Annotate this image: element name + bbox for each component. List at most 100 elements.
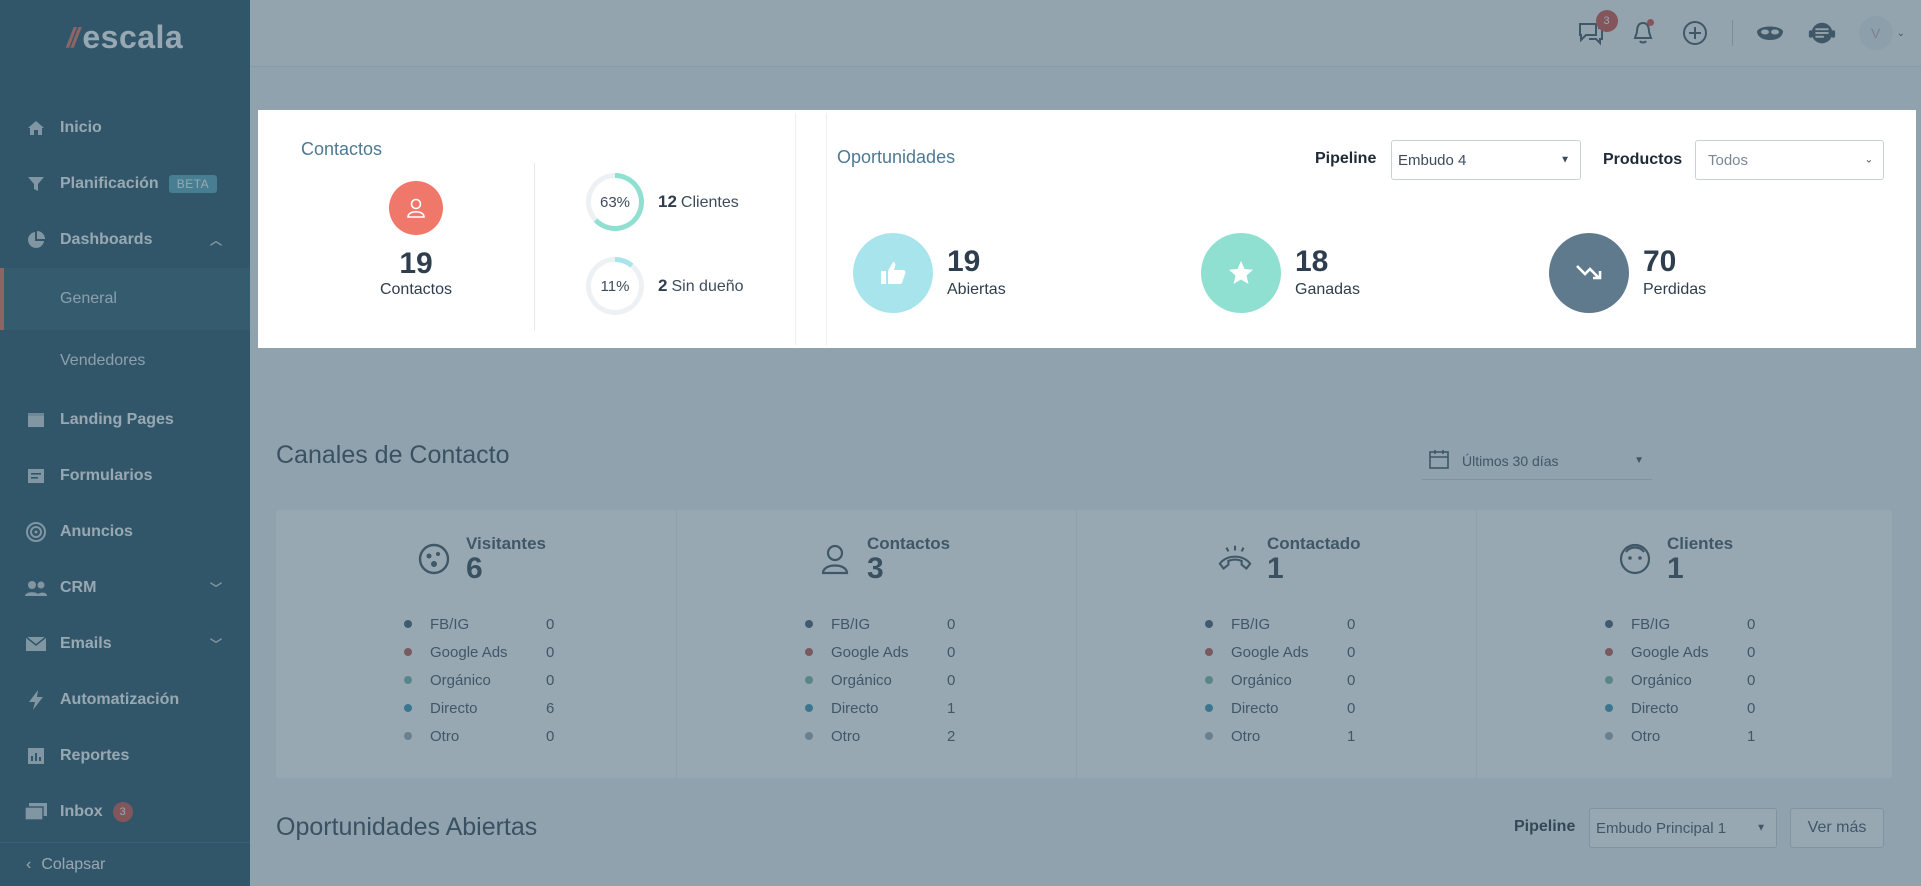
pipeline-select[interactable]: Embudo 4 ▼ — [1391, 140, 1581, 180]
source-dot — [404, 704, 412, 712]
source-label: Orgánico — [430, 671, 491, 689]
bell-icon[interactable] — [1628, 18, 1658, 48]
sidebar-item-landing-pages[interactable]: Landing Pages — [0, 392, 250, 448]
support-chat-icon[interactable] — [1807, 18, 1837, 48]
clientes-text: 12 Clientes — [658, 192, 739, 212]
notification-dot — [1646, 19, 1654, 26]
source-dot — [1205, 648, 1213, 656]
source-label: Google Ads — [430, 643, 508, 661]
sidebar-item-inicio[interactable]: Inicio — [0, 100, 250, 156]
clientes-label: Clientes — [680, 194, 739, 211]
source-label: Directo — [1631, 699, 1679, 717]
pipeline-select-bottom[interactable]: Embudo Principal 1 ▼ — [1589, 808, 1777, 848]
sidebar-item-dashboards[interactable]: Dashboards ︿ — [0, 212, 250, 268]
sidebar-item-reportes[interactable]: Reportes — [0, 728, 250, 784]
contactos-total-block: 19 Contactos — [316, 181, 516, 299]
sidebar: // escala Inicio Planificación BETA Dash… — [0, 0, 250, 886]
ver-mas-button[interactable]: Ver más — [1790, 808, 1884, 848]
source-value: 0 — [1347, 699, 1356, 717]
source-value: 0 — [546, 615, 555, 633]
chevron-down-icon: ⌄ — [1896, 27, 1905, 39]
top-bar: 3 V ⌄ — [250, 0, 1921, 67]
collapse-button[interactable]: ‹ Colapsar — [0, 842, 250, 886]
face-icon — [416, 541, 452, 577]
list-item: Google Ads 0 — [1205, 638, 1385, 666]
canal-name: Contactado — [1267, 534, 1361, 553]
clientes-pct: 63% — [591, 178, 639, 226]
list-item: Orgánico 0 — [404, 666, 584, 694]
sidebar-item-inbox[interactable]: Inbox 3 — [0, 784, 250, 840]
chat-icon[interactable]: 3 — [1576, 10, 1618, 48]
canales-title: Canales de Contacto — [276, 441, 510, 469]
source-label: Google Ads — [1231, 643, 1309, 661]
source-dot — [1605, 732, 1613, 740]
ganadas-label: Ganadas — [1295, 281, 1360, 298]
form-icon — [24, 464, 48, 488]
source-label: Google Ads — [1631, 643, 1709, 661]
star-icon — [1201, 233, 1281, 313]
list-item: FB/IG 0 — [805, 610, 985, 638]
canal-header: Visitantes 6 — [416, 534, 546, 584]
source-dot — [1605, 676, 1613, 684]
perdidas-text: 70 Perdidas — [1643, 247, 1706, 299]
user-menu[interactable]: V ⌄ — [1858, 16, 1905, 50]
sidebar-item-formularios[interactable]: Formularios — [0, 448, 250, 504]
source-dot — [404, 732, 412, 740]
sidebar-item-crm[interactable]: CRM ﹀ — [0, 560, 250, 616]
list-item: Directo 0 — [1205, 694, 1385, 722]
sidebar-item-vendedores[interactable]: Vendedores — [0, 330, 250, 392]
logo[interactable]: // escala — [0, 0, 250, 75]
source-value: 0 — [546, 727, 555, 745]
sidebar-item-anuncios[interactable]: Anuncios — [0, 504, 250, 560]
source-value: 0 — [1747, 671, 1756, 689]
chevron-down-icon: ﹀ — [209, 637, 222, 652]
date-range-value: Últimos 30 días — [1462, 452, 1559, 469]
source-dot — [1605, 704, 1613, 712]
sidebar-item-label: Vendedores — [60, 352, 146, 369]
list-item: FB/IG 0 — [1605, 610, 1785, 638]
incognito-icon[interactable] — [1755, 18, 1785, 48]
source-dot — [404, 676, 412, 684]
sin-dueno-ring: 11% — [586, 257, 644, 315]
pipeline-select-value: Embudo 4 — [1398, 151, 1467, 169]
sidebar-item-planificacion[interactable]: Planificación BETA — [0, 156, 250, 212]
canal-name: Contactos — [867, 534, 951, 553]
source-label: Orgánico — [1231, 671, 1292, 689]
canal-col-visitantes: Visitantes 6 FB/IG 0 Google Ads 0 Orgánico… — [276, 510, 676, 778]
source-value: 0 — [947, 643, 956, 661]
mail-icon — [24, 632, 48, 656]
sidebar-item-label: Anuncios — [60, 523, 133, 540]
sidebar-item-emails[interactable]: Emails ﹀ — [0, 616, 250, 672]
bolt-icon — [24, 688, 48, 712]
productos-select[interactable]: Todos ⌄ — [1695, 140, 1884, 180]
chat-badge: 3 — [1595, 10, 1618, 32]
contactos-total: 19 — [399, 247, 433, 280]
source-label: Otro — [1631, 727, 1661, 745]
plus-circle-icon[interactable] — [1680, 18, 1710, 48]
sin-dueno-label: Sin dueño — [671, 278, 744, 295]
oportunidades-card-title: Oportunidades — [837, 147, 956, 167]
list-item: Google Ads 0 — [404, 638, 584, 666]
source-value: 6 — [546, 699, 555, 717]
source-dot — [805, 676, 813, 684]
source-dot — [1605, 648, 1613, 656]
clientes-stat: 63% 12 Clientes — [586, 173, 739, 231]
divider — [534, 163, 535, 331]
sidebar-item-label: Dashboards — [60, 231, 153, 248]
target-icon — [24, 520, 48, 544]
canal-summary: Clientes 1 — [1667, 534, 1733, 584]
pipeline-label-bottom: Pipeline — [1514, 818, 1576, 835]
user-icon — [817, 541, 853, 577]
source-dot — [1205, 676, 1213, 684]
abiertas-stat: 19 Abiertas — [853, 233, 1006, 313]
sidebar-item-general[interactable]: General — [0, 268, 250, 330]
contactos-total-label: Contactos — [379, 281, 453, 298]
oportunidades-abiertas-title: Oportunidades Abiertas — [276, 813, 538, 841]
source-label: FB/IG — [1231, 615, 1271, 633]
source-value: 0 — [1747, 699, 1756, 717]
sidebar-item-automatizacion[interactable]: Automatización — [0, 672, 250, 728]
chevron-left-icon: ‹ — [26, 855, 32, 873]
phone-ringing-icon — [1217, 541, 1253, 577]
date-range-select[interactable]: Últimos 30 días ▼ — [1422, 442, 1652, 480]
collapse-label: Colapsar — [41, 855, 106, 873]
